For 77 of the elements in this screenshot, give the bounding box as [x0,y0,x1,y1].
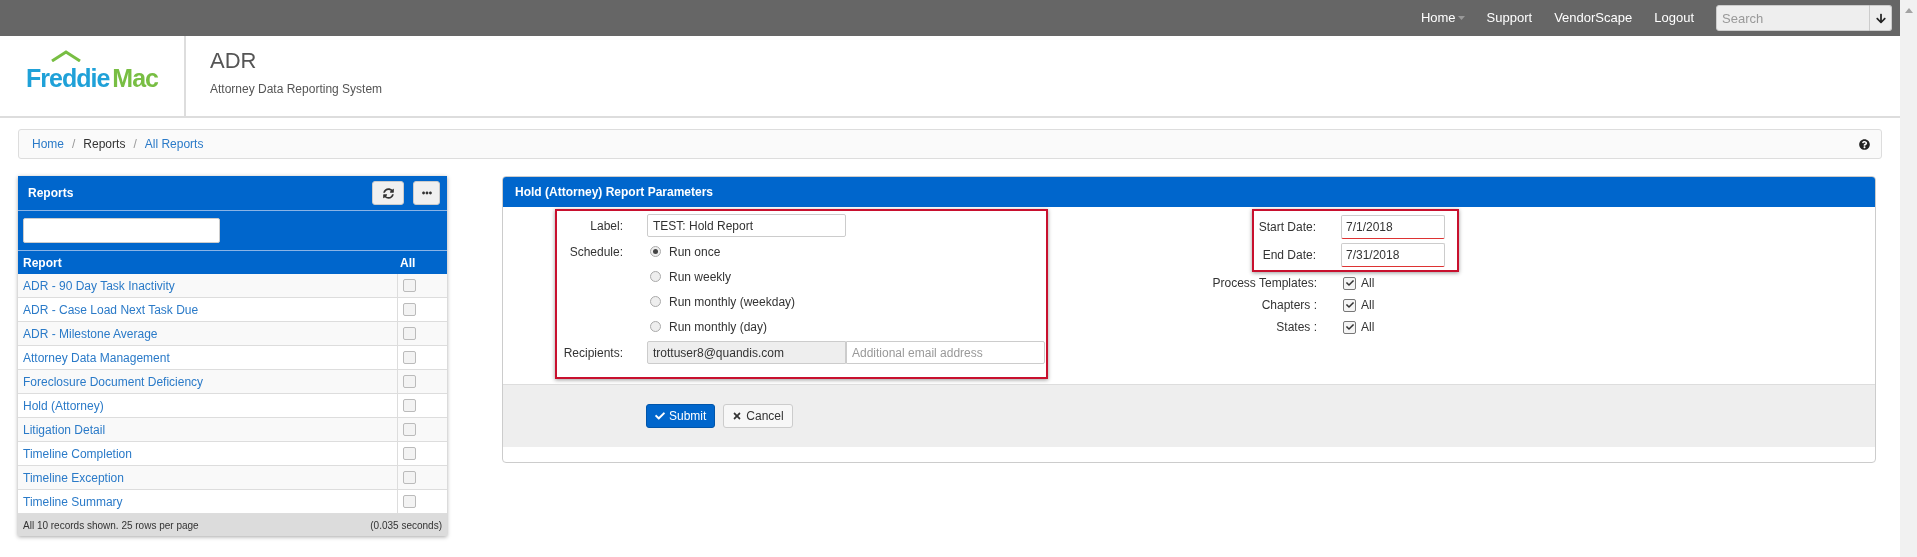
breadcrumb-item: Reports [83,136,126,153]
recipient-field[interactable]: trottuser8@quandis.com [647,341,846,364]
submit-button[interactable]: Submit [646,404,716,428]
breadcrumb-link[interactable]: Home [32,135,64,153]
checkbox[interactable] [1343,298,1356,312]
query-time: (0.035 seconds) [370,518,442,533]
check-icon [655,411,665,421]
checkbox[interactable] [1343,276,1356,290]
column-header: Report [22,254,63,272]
checkbox[interactable] [403,423,416,436]
field-label: Start Date: [1257,218,1316,236]
check-icon [1345,323,1354,331]
field-label: Schedule: [568,243,623,261]
date-field[interactable]: 7/1/2018 [1341,214,1445,239]
report-link[interactable]: Timeline Completion [18,444,397,463]
radio-button[interactable] [650,271,661,282]
breadcrumb-link[interactable]: All Reports [144,135,204,153]
caret-icon [1457,16,1465,20]
option-label: All [1361,297,1375,314]
nav-link[interactable]: Support [1486,8,1533,28]
check-icon [1345,279,1354,287]
scrollbar[interactable] [1900,0,1917,557]
radio-option[interactable]: Run weekly [650,267,732,286]
help-icon[interactable] [1859,138,1870,150]
radio-button[interactable] [650,296,661,307]
arrow-down-icon [1875,12,1886,24]
check-icon [1345,301,1354,309]
email-field[interactable]: Additional email address [846,341,1045,364]
report-link[interactable]: ADR - Case Load Next Task Due [18,300,397,319]
checkbox[interactable] [403,471,416,484]
checkbox[interactable] [1343,320,1356,334]
radio-option[interactable]: Run monthly (weekday) [650,292,796,311]
panel-title: Reports [28,185,74,202]
filter-field[interactable] [23,218,220,243]
records-summary: All 10 records shown. 25 rows per page [23,518,199,533]
field-label: Chapters : [1260,297,1317,314]
nav-link[interactable]: Logout [1654,8,1694,28]
checkbox[interactable] [403,351,416,364]
report-link[interactable]: Attorney Data Management [18,348,397,367]
field-label: Process Templates: [1211,275,1317,292]
checkbox[interactable] [403,303,416,316]
download-button[interactable] [1870,5,1892,31]
refresh-button[interactable] [372,181,404,205]
checkbox[interactable] [403,327,416,340]
column-header: All [399,254,417,272]
search-field[interactable]: Search [1716,5,1870,31]
checkbox[interactable] [403,375,416,388]
panel-title: Hold (Attorney) Report Parameters [515,184,714,201]
checkbox[interactable] [403,399,416,412]
date-field[interactable]: 7/31/2018 [1341,242,1445,267]
breadcrumb-separator: / [133,136,137,153]
radio-button[interactable] [650,321,661,332]
radio-button[interactable] [650,246,661,257]
checkbox[interactable] [403,495,416,508]
field-label: End Date: [1261,246,1316,264]
label-field[interactable]: TEST: Hold Report [647,214,846,237]
breadcrumb-separator: / [72,136,76,153]
report-link[interactable]: Timeline Summary [18,492,397,511]
nav-link[interactable]: VendorScape [1554,8,1633,28]
checkbox[interactable] [403,447,416,460]
nav-link[interactable]: Home [1420,8,1465,28]
app-subtitle: Attorney Data Reporting System [210,81,383,98]
radio-option[interactable]: Run monthly (day) [650,317,768,336]
field-label: Label: [589,217,623,235]
more-button[interactable] [413,181,440,205]
refresh-icon [382,187,394,199]
app-title: ADR [210,47,258,75]
option-label: All [1361,319,1375,336]
close-icon [732,411,743,421]
checkbox[interactable] [403,279,416,292]
field-label: States : [1275,319,1317,336]
radio-option[interactable]: Run once [650,242,721,261]
cancel-button[interactable]: Cancel [723,404,793,428]
report-link[interactable]: Hold (Attorney) [18,396,397,415]
field-label: Recipients: [562,344,623,362]
scroll-up-icon[interactable] [1904,8,1913,13]
option-label: All [1361,275,1375,292]
